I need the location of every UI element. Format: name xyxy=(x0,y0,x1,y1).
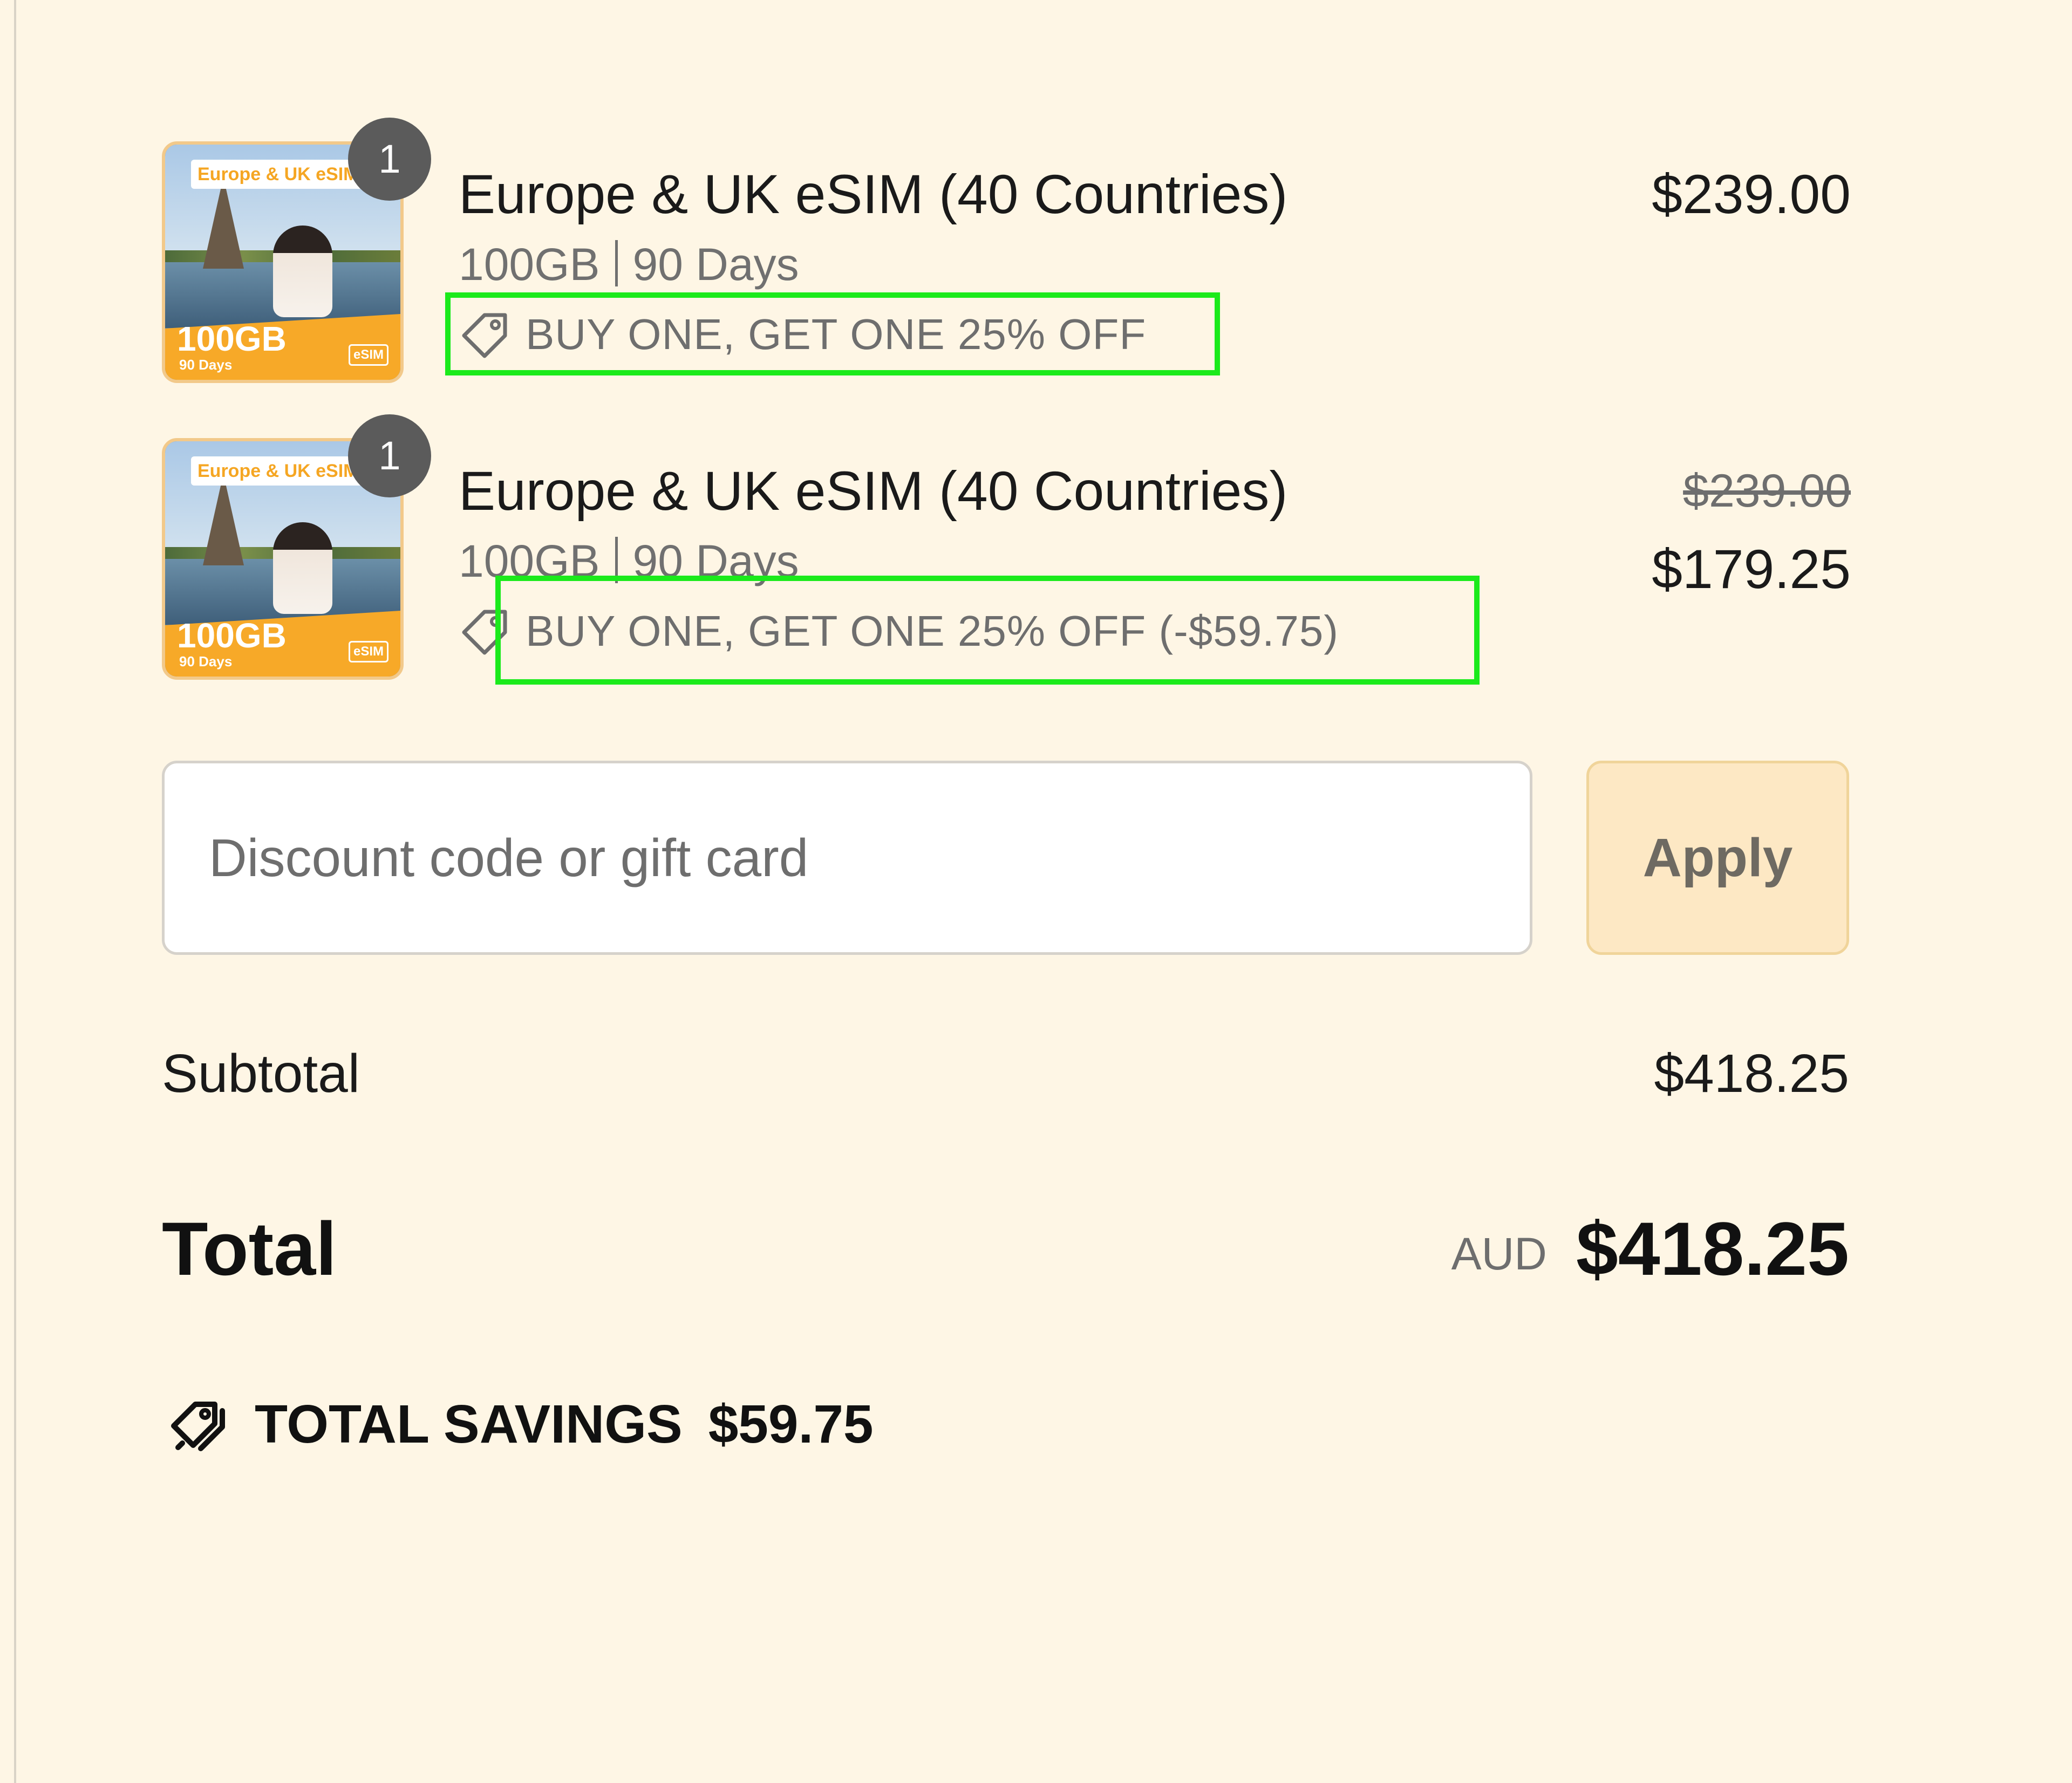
thumbnail-data: 100GB xyxy=(177,616,287,655)
currency-code: AUD xyxy=(1451,1228,1547,1279)
variant-separator xyxy=(615,240,618,286)
item-price: $239.00 xyxy=(1652,163,1851,225)
variant-duration: 90 Days xyxy=(632,239,799,290)
total-amount: AUD $418.25 xyxy=(1451,1206,1849,1292)
eiffel-tower-image xyxy=(203,474,244,565)
highlight-box xyxy=(445,292,1220,375)
order-summary-panel: Europe & UK eSIM 100GB 90 Days eSIM 1 Eu… xyxy=(0,0,2072,1783)
subtotal-label: Subtotal xyxy=(162,1043,360,1104)
panel-divider xyxy=(14,0,16,1783)
savings-value: $59.75 xyxy=(708,1394,874,1454)
savings-label: TOTAL SAVINGS xyxy=(255,1394,683,1454)
total-value: $418.25 xyxy=(1576,1206,1849,1291)
thumbnail-esim-badge: eSIM xyxy=(348,344,388,366)
product-title: Europe & UK eSIM (40 Countries) xyxy=(459,163,1288,225)
thumbnail-title: Europe & UK eSIM xyxy=(191,160,369,189)
thumbnail-days: 90 Days xyxy=(179,357,233,373)
tags-icon xyxy=(171,1402,225,1451)
total-savings: TOTAL SAVINGS $59.75 xyxy=(162,1389,874,1459)
quantity-badge: 1 xyxy=(348,118,431,201)
person-image xyxy=(273,226,332,317)
thumbnail-esim-badge: eSIM xyxy=(348,641,388,662)
person-image xyxy=(273,522,332,614)
subtotal-value: $418.25 xyxy=(1654,1043,1849,1104)
total-label: Total xyxy=(162,1206,337,1291)
apply-button[interactable]: Apply xyxy=(1586,761,1849,955)
thumbnail-title: Europe & UK eSIM xyxy=(191,456,369,486)
product-title: Europe & UK eSIM (40 Countries) xyxy=(459,460,1288,522)
thumbnail-days: 90 Days xyxy=(179,653,233,670)
thumbnail-data: 100GB xyxy=(177,319,287,358)
variant-data: 100GB xyxy=(459,239,600,290)
highlight-box xyxy=(495,576,1480,685)
product-variant: 100GB 90 Days xyxy=(459,237,799,291)
original-price: $239.00 xyxy=(1683,465,1851,517)
discount-code-input[interactable] xyxy=(162,761,1532,955)
item-price: $179.25 xyxy=(1652,538,1851,600)
quantity-badge: 1 xyxy=(348,414,431,497)
eiffel-tower-image xyxy=(203,177,244,269)
